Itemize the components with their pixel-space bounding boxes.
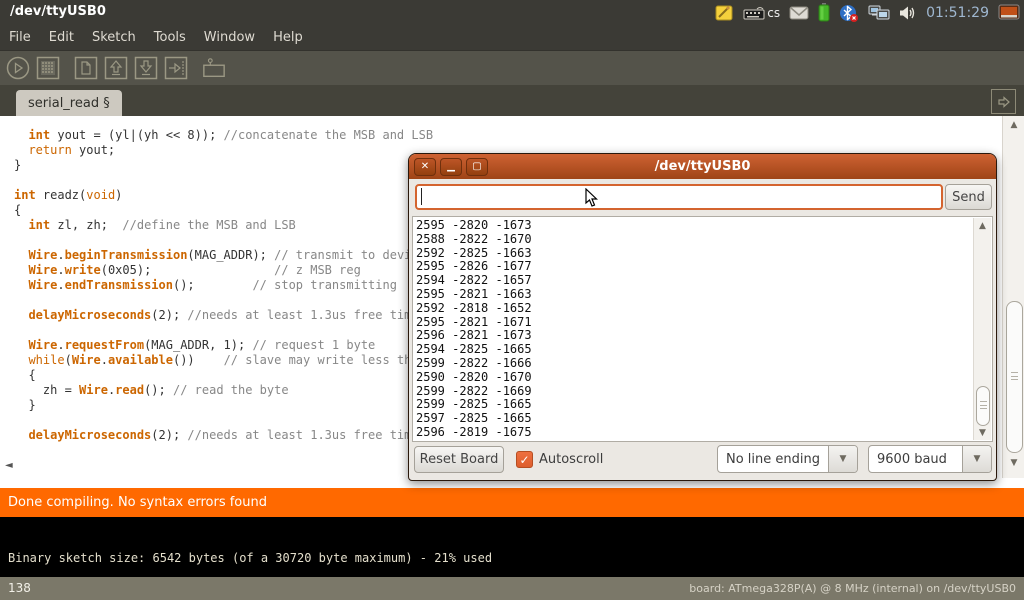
line-number: 138	[8, 581, 31, 595]
new-sketch-button[interactable]	[74, 56, 98, 80]
scroll-up-icon[interactable]: ▲	[1003, 120, 1024, 130]
text-caret	[421, 188, 422, 205]
window-title: /dev/ttyUSB0	[10, 4, 106, 19]
serial-line: 2592 -2825 -1663	[416, 247, 532, 261]
serial-scrollbar[interactable]: ▲ ▼	[973, 218, 991, 440]
serial-line: 2595 -2821 -1663	[416, 288, 532, 302]
compile-status-text: Done compiling. No syntax errors found	[8, 495, 267, 510]
stop-button[interactable]	[36, 56, 60, 80]
upload-button[interactable]	[164, 56, 188, 80]
serial-output-area[interactable]: 2595 -2820 -16732588 -2822 -16702592 -28…	[412, 216, 993, 442]
status-bar: 138 board: ATmega328P(A) @ 8 MHz (intern…	[0, 577, 1024, 600]
reset-board-button[interactable]: Reset Board	[414, 446, 504, 473]
h-scrollbar-left-arrow[interactable]: ◄	[5, 460, 13, 471]
serial-window-title: /dev/ttyUSB0	[409, 159, 996, 174]
screen: /dev/ttyUSB0 cs 01:5	[0, 0, 1024, 600]
note-icon[interactable]	[715, 3, 734, 23]
serial-scroll-up-icon[interactable]: ▲	[974, 221, 991, 231]
serial-line: 2599 -2825 -1665	[416, 398, 532, 412]
tab-label: serial_read §	[28, 96, 110, 111]
mail-icon[interactable]	[789, 3, 809, 23]
autoscroll-checkbox[interactable]: ✓	[516, 451, 533, 468]
menu-bar: FileEditSketchToolsWindowHelp	[0, 25, 1024, 51]
compile-status-bar: Done compiling. No syntax errors found	[0, 488, 1024, 517]
tab-bar: serial_read §	[0, 85, 1024, 116]
menu-edit[interactable]: Edit	[40, 27, 83, 48]
serial-line: 2599 -2822 -1669	[416, 385, 532, 399]
serial-line: 2594 -2825 -1665	[416, 343, 532, 357]
save-sketch-button[interactable]	[134, 56, 158, 80]
menu-sketch[interactable]: Sketch	[83, 27, 145, 48]
toolbar	[0, 51, 1024, 85]
volume-icon[interactable]	[899, 3, 917, 23]
console-output: Binary sketch size: 6542 bytes (of a 307…	[0, 517, 1024, 577]
network-icon[interactable]	[868, 3, 890, 23]
open-sketch-button[interactable]	[104, 56, 128, 80]
autoscroll-label: Autoscroll	[539, 452, 603, 467]
power-icon[interactable]	[998, 3, 1020, 23]
tab-menu-button[interactable]	[991, 89, 1016, 114]
verify-button[interactable]	[6, 56, 30, 80]
board-info: board: ATmega328P(A) @ 8 MHz (internal) …	[689, 582, 1016, 595]
clock[interactable]: 01:51:29	[926, 5, 989, 21]
maximize-icon[interactable]: ▢	[466, 158, 488, 176]
mouse-cursor	[585, 188, 601, 212]
tab-arrow-icon	[997, 95, 1011, 109]
keyboard-layout-icon[interactable]: cs	[743, 3, 780, 23]
serial-line: 2596 -2821 -1673	[416, 329, 532, 343]
serial-line: 2595 -2821 -1671	[416, 316, 532, 330]
keyboard-layout-label: cs	[767, 6, 780, 20]
serial-line: 2599 -2822 -1666	[416, 357, 532, 371]
close-icon[interactable]: ✕	[414, 158, 436, 176]
serial-line: 2590 -2820 -1670	[416, 371, 532, 385]
menu-tools[interactable]: Tools	[145, 27, 195, 48]
system-tray: cs 01:51:29	[715, 0, 1020, 25]
battery-icon[interactable]	[818, 3, 830, 23]
tab-serial-read[interactable]: serial_read §	[16, 90, 122, 116]
top-panel: /dev/ttyUSB0 cs 01:5	[0, 0, 1024, 25]
scroll-down-icon[interactable]: ▼	[1003, 458, 1024, 468]
serial-line: 2595 -2826 -1677	[416, 260, 532, 274]
line-ending-select[interactable]: No line ending ▼	[717, 445, 858, 473]
serial-line: 2592 -2818 -1652	[416, 302, 532, 316]
menu-window[interactable]: Window	[195, 27, 264, 48]
chevron-down-icon[interactable]: ▼	[828, 446, 857, 472]
checkmark-icon: ✓	[519, 454, 529, 466]
serial-scrollbar-thumb[interactable]	[976, 386, 990, 426]
send-button[interactable]: Send	[945, 184, 992, 210]
chevron-down-icon[interactable]: ▼	[962, 446, 991, 472]
serial-titlebar[interactable]: ✕ ▁ ▢ /dev/ttyUSB0	[409, 154, 996, 179]
serial-scroll-down-icon[interactable]: ▼	[974, 428, 991, 438]
bluetooth-icon[interactable]	[839, 3, 859, 23]
serial-line: 2594 -2822 -1657	[416, 274, 532, 288]
console-text: Binary sketch size: 6542 bytes (of a 307…	[8, 551, 492, 565]
serial-line: 2596 -2819 -1675	[416, 426, 532, 440]
serial-monitor-window: ✕ ▁ ▢ /dev/ttyUSB0 Send 2595 -2820 -1673…	[408, 153, 997, 481]
serial-line: 2595 -2820 -1673	[416, 219, 532, 233]
serial-line: 2597 -2825 -1665	[416, 412, 532, 426]
menu-help[interactable]: Help	[264, 27, 312, 48]
serial-output-text: 2595 -2820 -16732588 -2822 -16702592 -28…	[416, 219, 532, 440]
minimize-icon[interactable]: ▁	[440, 158, 462, 176]
editor-scrollbar-thumb[interactable]	[1006, 301, 1023, 453]
baud-rate-select[interactable]: 9600 baud ▼	[868, 445, 992, 473]
editor-scrollbar[interactable]: ▲ ▼	[1002, 116, 1024, 478]
code-text: int yout = (yl|(yh << 8)); //concatenate…	[14, 128, 433, 443]
serial-input[interactable]	[415, 184, 943, 210]
menu-file[interactable]: File	[0, 27, 40, 48]
serial-monitor-button[interactable]	[202, 56, 226, 80]
serial-line: 2588 -2822 -1670	[416, 233, 532, 247]
